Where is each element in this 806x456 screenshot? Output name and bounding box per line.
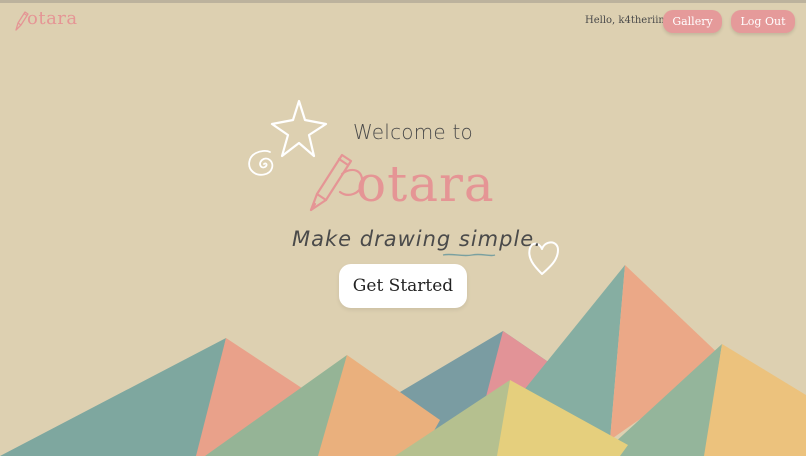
mountain-rose bbox=[480, 331, 560, 420]
mountain-sage-left bbox=[205, 355, 347, 456]
top-border bbox=[0, 0, 806, 3]
mountain-gold-right bbox=[704, 344, 806, 456]
logo-text: otara bbox=[27, 8, 78, 29]
mountain-slate bbox=[395, 331, 560, 456]
welcome-heading: Welcome to bbox=[353, 120, 473, 144]
user-greeting: Hello, k4theriina! bbox=[585, 15, 675, 26]
swirl-doodle-icon bbox=[248, 150, 274, 176]
mountain-teal-left bbox=[0, 338, 226, 456]
mountain-salmon-left bbox=[196, 338, 320, 456]
simple-underline-icon bbox=[442, 253, 496, 257]
get-started-button[interactable]: Get Started bbox=[339, 264, 467, 308]
mountain-teal-right bbox=[520, 265, 625, 456]
mountain-salmon-right bbox=[610, 265, 725, 440]
mountain-olive bbox=[395, 380, 510, 456]
mountain-peach-left bbox=[318, 355, 440, 456]
logout-button[interactable]: Log Out bbox=[731, 10, 795, 33]
mountain-sage-right bbox=[600, 344, 722, 456]
gallery-button[interactable]: Gallery bbox=[663, 10, 722, 33]
hero-logo-text: otara bbox=[356, 155, 495, 213]
tagline: Make drawing simple. bbox=[292, 227, 542, 251]
mountain-yellow bbox=[497, 380, 628, 456]
nav-logo[interactable]: otara bbox=[14, 8, 94, 32]
